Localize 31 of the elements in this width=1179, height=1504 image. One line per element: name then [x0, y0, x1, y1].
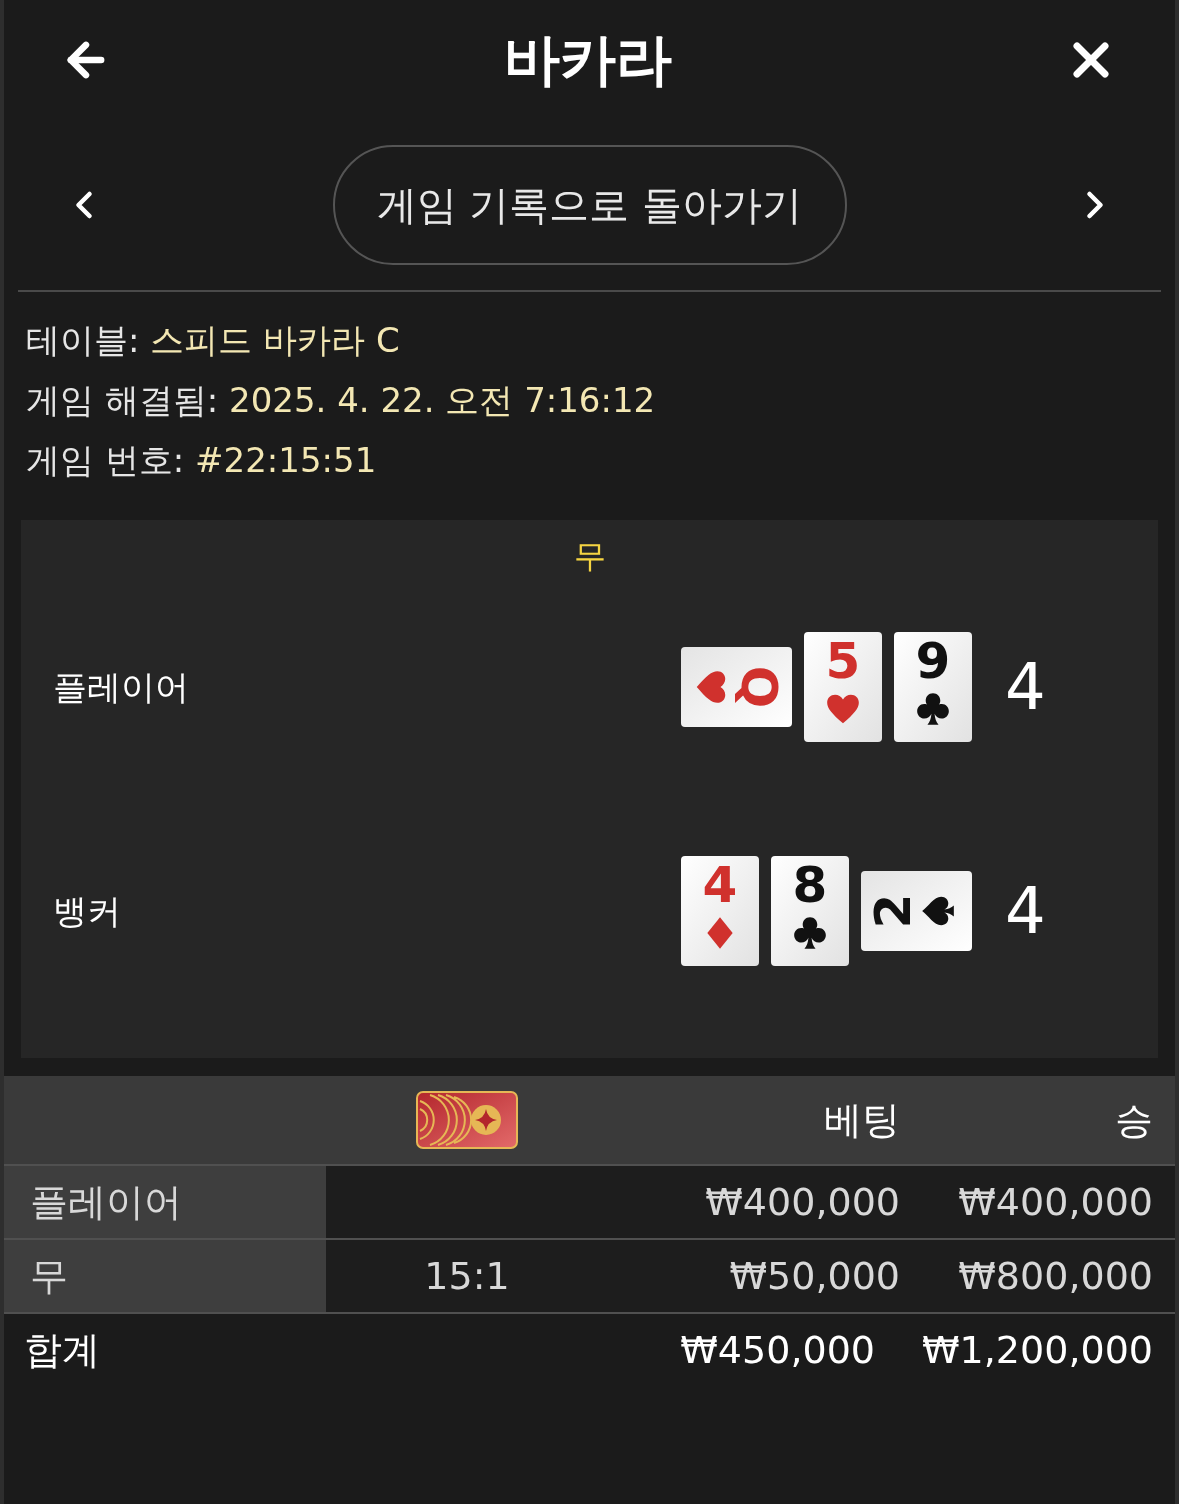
card-rank: 9 [915, 636, 951, 686]
win-amount: ₩400,000 [957, 1178, 1154, 1226]
bet-amount: ₩50,000 [728, 1252, 900, 1300]
result-outcome: 무 [572, 536, 607, 577]
chip-icon [416, 1091, 518, 1149]
total-label: 합계 [23, 1326, 101, 1374]
bet-label: 플레이어 [4, 1166, 326, 1238]
column-header: 승 [1114, 1096, 1154, 1144]
total-win: ₩1,200,000 [921, 1326, 1154, 1374]
back-to-history-button[interactable]: 게임 기록으로 돌아가기 [332, 145, 847, 265]
hand-score: 4 [1005, 873, 1046, 950]
hand-score: 4 [1005, 649, 1046, 726]
card-rank: 5 [825, 636, 861, 686]
card-rank: 8 [792, 860, 828, 910]
card-rank: 4 [702, 860, 738, 910]
column-header: 베팅 [823, 1096, 900, 1144]
clubs-suit-icon [914, 690, 952, 728]
info-line: 게임 해결됨: 2025. 4. 22. 오전 7:16:12 [26, 379, 657, 422]
bet-label: 무 [4, 1240, 326, 1312]
win-amount: ₩800,000 [957, 1252, 1154, 1300]
info-line: 테이블: 스피드 바카라 C [26, 319, 401, 362]
card-rank: Q [734, 665, 785, 709]
total-bet: ₩450,000 [679, 1326, 875, 1374]
hand-name: 뱅커 [53, 889, 122, 933]
info-line: 게임 번호: #22:15:51 [26, 439, 378, 482]
hand-name: 플레이어 [53, 665, 190, 709]
card-rank: 2 [868, 893, 919, 929]
page-title: 바카라 [503, 26, 672, 94]
clubs-suit-icon [791, 914, 829, 952]
bet-odds: 15:1 [423, 1252, 511, 1300]
bet-amount: ₩400,000 [704, 1178, 900, 1226]
